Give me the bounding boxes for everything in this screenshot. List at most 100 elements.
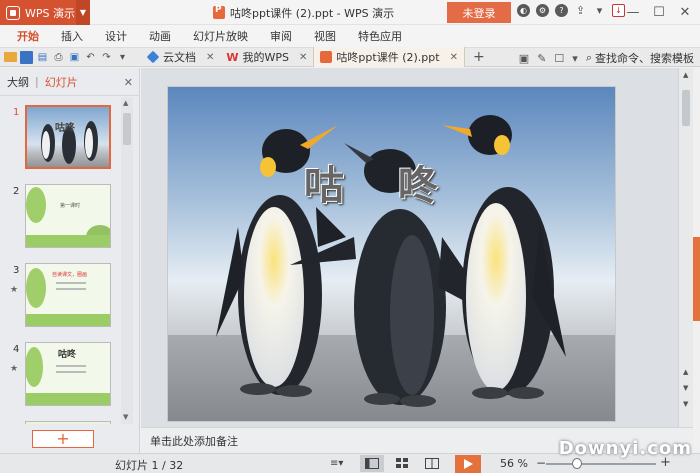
thumb-title: 咕咚 — [55, 121, 76, 134]
minimize-icon[interactable]: — — [624, 2, 642, 22]
normal-view-icon — [365, 458, 379, 469]
notes-toggle-icon[interactable]: ≡▾ — [330, 456, 343, 471]
print-icon[interactable]: ⎙ — [52, 51, 65, 64]
thumb-title: 咕咚 — [58, 348, 77, 360]
window-controls: — ☐ ✕ — [624, 2, 694, 22]
tab-document[interactable]: 咕咚ppt课件 (2).ppt ✕ — [313, 47, 465, 67]
menu-slideshow[interactable]: 幻灯片放映 — [182, 25, 259, 47]
slide-thumbnail-item[interactable]: 1 咕咚 — [0, 97, 120, 176]
zoom-slider-handle[interactable] — [572, 458, 582, 469]
tab-my-wps[interactable]: W 我的WPS ✕ — [220, 47, 313, 67]
tab-label: 云文档 — [163, 51, 196, 64]
prev-slide-icon[interactable]: ▲ — [683, 368, 688, 376]
print-preview-icon[interactable]: ▣ — [68, 51, 81, 64]
skin-icon[interactable]: ◐ — [517, 4, 530, 17]
slide-number: 4 — [13, 344, 20, 355]
slide-thumbnail-item[interactable] — [0, 413, 120, 424]
close-icon[interactable]: ✕ — [676, 2, 694, 22]
title-bar: WPS 演示 ▼ 咕咚ppt课件 (2).ppt - WPS 演示 未登录 ◐ … — [0, 0, 700, 25]
quick-access-toolbar: ▤ ⎙ ▣ ↶ ↷ ▾ — [0, 50, 129, 64]
tab-separator: | — [35, 75, 39, 88]
chevron-down-icon[interactable]: ▾ — [572, 52, 578, 65]
play-slideshow-button[interactable] — [455, 455, 481, 473]
tab-bar: ▤ ⎙ ▣ ↶ ↷ ▾ 云文档 ✕ W 我的WPS ✕ 咕咚ppt课件 (2).… — [0, 47, 700, 67]
tab-outline[interactable]: 大纲 — [7, 74, 29, 90]
document-title: 咕咚ppt课件 (2).ppt - WPS 演示 — [213, 0, 394, 25]
normal-view-button[interactable] — [360, 455, 384, 472]
current-slide[interactable]: 咕 咚 — [168, 87, 615, 421]
tab-label: 咕咚ppt课件 (2).ppt — [336, 51, 440, 64]
menu-home[interactable]: 开始 — [6, 25, 50, 47]
scroll-down-icon[interactable]: ▼ — [123, 413, 128, 421]
menu-insert[interactable]: 插入 — [50, 25, 94, 47]
scroll-thumb[interactable] — [123, 113, 131, 145]
close-icon[interactable]: ✕ — [450, 52, 458, 63]
chevron-down-icon[interactable]: ▾ — [593, 4, 606, 17]
panel-scrollbar[interactable]: ▲ ▼ — [121, 97, 133, 424]
scroll-up-icon[interactable]: ▲ — [123, 99, 128, 107]
close-icon[interactable]: ✕ — [299, 52, 307, 63]
maximize-icon[interactable]: ☐ — [650, 2, 668, 22]
next-slide-icon[interactable]: ▼ — [683, 384, 688, 392]
menu-special[interactable]: 特色应用 — [347, 25, 413, 47]
menu-view[interactable]: 视图 — [303, 25, 347, 47]
penguin-thumbnail-image: 咕咚 — [27, 107, 109, 167]
menu-animation[interactable]: 动画 — [138, 25, 182, 47]
tab-slides[interactable]: 幻灯片 — [45, 74, 78, 90]
slide-thumbnail[interactable]: 咕咚 — [25, 105, 111, 169]
slide-thumbnail-item[interactable]: 2 第一课时 — [0, 176, 120, 255]
login-button[interactable]: 未登录 — [447, 2, 511, 23]
scroll-up-icon[interactable]: ▲ — [683, 71, 688, 79]
search-icon: ⌕ — [585, 51, 592, 64]
settings-icon[interactable]: ⚙ — [536, 4, 549, 17]
slide-thumbnail-image: 咕咚 — [26, 343, 110, 405]
book-icon — [425, 458, 439, 469]
slide-thumbnail[interactable]: 第一课时 — [25, 184, 111, 248]
play-icon — [464, 459, 473, 469]
animation-star-icon: ★ — [10, 285, 19, 295]
canvas-scrollbar[interactable]: ▲ ▲ ▼ ▼ — [678, 68, 693, 427]
reading-view-button[interactable] — [420, 455, 444, 472]
format-brush-icon[interactable]: ✎ — [537, 52, 546, 65]
slide-title[interactable]: 咕 咚 — [304, 153, 458, 211]
undo-icon[interactable]: ↶ — [84, 51, 97, 64]
slide-number: 3 — [13, 265, 20, 276]
menu-review[interactable]: 审阅 — [259, 25, 303, 47]
document-title-text: 咕咚ppt课件 (2).ppt - WPS 演示 — [230, 6, 395, 20]
slide-thumbnail[interactable] — [25, 421, 111, 424]
app-menu-button[interactable]: WPS 演示 ▼ — [0, 0, 90, 25]
slide-thumbnail-item[interactable]: 4 ★ 咕咚 — [0, 334, 120, 413]
slide-sorter-button[interactable] — [390, 455, 414, 472]
slide-thumbnail[interactable]: 咕咚 — [25, 342, 111, 406]
scroll-thumb[interactable] — [682, 90, 690, 126]
presenter-icon[interactable]: ▣ — [519, 52, 529, 65]
zoom-slider[interactable] — [546, 463, 656, 465]
new-tab-icon[interactable]: + — [473, 49, 485, 65]
panel-tabs: 大纲 | 幻灯片 ✕ — [0, 68, 139, 96]
tab-label: 我的WPS — [242, 51, 290, 64]
save-icon[interactable] — [20, 50, 33, 64]
help-icon[interactable]: ? — [555, 4, 568, 17]
task-pane-toggle[interactable] — [693, 237, 700, 321]
scroll-down-icon[interactable]: ▼ — [683, 400, 688, 408]
close-icon[interactable]: ✕ — [206, 52, 214, 63]
redo-icon[interactable]: ↷ — [100, 51, 113, 64]
comment-icon[interactable]: ☐ — [554, 52, 564, 65]
add-slide-button[interactable]: + — [32, 430, 94, 448]
customize-icon[interactable]: ▾ — [116, 51, 129, 64]
slide-thumbnail-image: 第一课时 — [26, 185, 110, 247]
export-pdf-icon[interactable]: ▤ — [36, 51, 49, 64]
open-folder-icon[interactable] — [4, 52, 17, 62]
site-watermark: Downyi.com — [558, 438, 692, 459]
tab-cloud-docs[interactable]: 云文档 ✕ — [141, 47, 220, 67]
command-search[interactable]: ⌕ 查找命令、搜索模板 — [586, 50, 694, 66]
menu-design[interactable]: 设计 — [94, 25, 138, 47]
close-icon[interactable]: ✕ — [124, 76, 133, 89]
zoom-level[interactable]: 56 % — [500, 457, 528, 470]
zoom-out-icon[interactable]: − — [536, 456, 546, 470]
wps-logo-icon — [6, 5, 20, 20]
slide-thumbnail-item[interactable]: 3 ★ 自读课文，圈画 — [0, 255, 120, 334]
chevron-down-icon[interactable]: ▼ — [76, 0, 90, 25]
slide-thumbnail[interactable]: 自读课文，圈画 — [25, 263, 111, 327]
share-icon[interactable]: ⇪ — [574, 4, 587, 17]
